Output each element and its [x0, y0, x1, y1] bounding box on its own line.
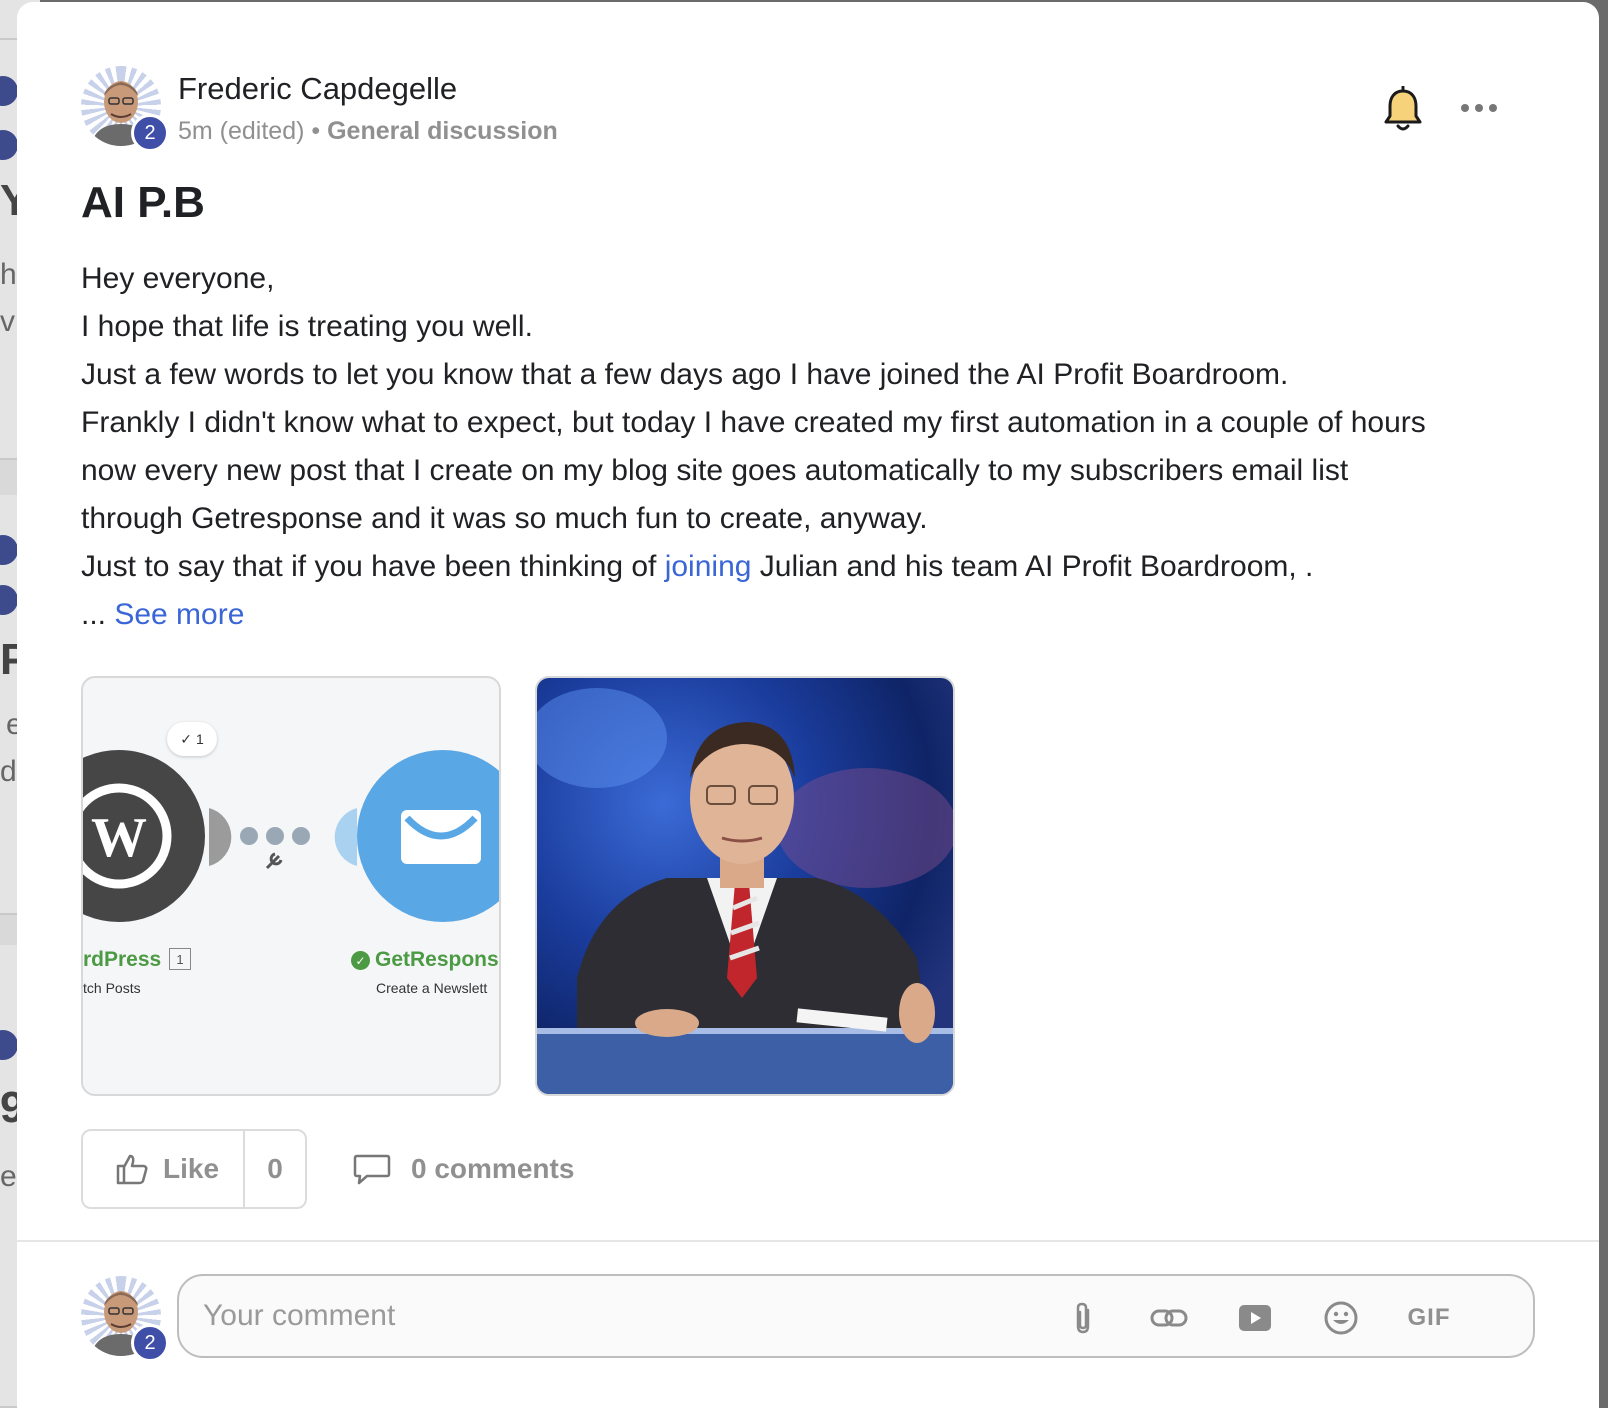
post-title: AI P.B	[81, 178, 205, 227]
body-line: through Getresponse and it was so much f…	[81, 502, 928, 535]
link-icon	[1150, 1309, 1188, 1327]
current-user-avatar[interactable]: 2	[81, 1276, 169, 1362]
body-line: now every new post that I create on my b…	[81, 454, 1349, 487]
automation-screenshot-thumbnail[interactable]: ✓ 1 W rdPress 1 tch Posts ✓ GetRespons C…	[81, 676, 501, 1096]
emoji-button[interactable]	[1321, 1298, 1361, 1338]
meta-separator: •	[304, 117, 328, 145]
level-badge: 2	[131, 114, 169, 152]
background-text: d	[0, 755, 17, 788]
post-body: Hey everyone, I hope that life is treati…	[81, 255, 1541, 639]
getresponse-action-label: Create a Newslett	[376, 980, 488, 996]
link-button[interactable]	[1149, 1298, 1189, 1338]
more-options-button[interactable]	[1457, 90, 1501, 126]
body-line: I hope that life is treating you well.	[81, 310, 533, 343]
attachments: ✓ 1 W rdPress 1 tch Posts ✓ GetRespons C…	[81, 676, 961, 1096]
comment-input[interactable]	[203, 1276, 1023, 1356]
joining-link[interactable]: joining	[665, 550, 752, 583]
wordpress-action-label: tch Posts	[83, 980, 141, 996]
body-text: Julian and his team AI Profit Boardroom,…	[751, 550, 1314, 583]
success-check-icon: ✓	[351, 951, 370, 970]
gif-thumbnail[interactable]	[535, 676, 955, 1096]
thumbs-up-icon	[116, 1154, 148, 1185]
attach-button[interactable]	[1063, 1298, 1103, 1338]
automation-flow-graphic: W	[83, 750, 499, 922]
see-more-link[interactable]: See more	[114, 598, 244, 631]
comments-count-label: 0 comments	[411, 1153, 575, 1184]
post-category[interactable]: General discussion	[327, 117, 558, 145]
author-avatar[interactable]: 2	[81, 66, 169, 152]
like-label: Like	[163, 1153, 220, 1184]
gif-button[interactable]: GIF	[1403, 1298, 1455, 1338]
wrench-icon	[265, 852, 283, 870]
svg-text:W: W	[91, 807, 147, 869]
paperclip-icon	[1076, 1302, 1090, 1334]
level-badge: 2	[131, 1324, 169, 1362]
body-line: Just a few words to let you know that a …	[81, 358, 1289, 391]
like-button[interactable]: Like	[83, 1131, 245, 1207]
divider	[17, 1240, 1599, 1242]
wordpress-module-label: rdPress	[83, 948, 162, 971]
bell-icon	[1384, 85, 1422, 131]
comments-button[interactable]: 0 comments	[353, 1129, 574, 1209]
body-text: Just to say that if you have been thinki…	[81, 550, 665, 583]
post-actions: Like 0 0 comments	[81, 1129, 781, 1209]
author-name[interactable]: Frederic Capdegelle	[178, 71, 457, 107]
comment-bubble-icon	[353, 1154, 391, 1185]
comment-composer: 2 Your comment GIF	[81, 1274, 1541, 1362]
module-count: 1	[169, 948, 191, 970]
getresponse-module-label: GetRespons	[375, 948, 499, 971]
post-meta: 5m (edited) • General discussion	[178, 117, 558, 146]
notification-bell-button[interactable]	[1381, 85, 1425, 134]
post-header: 2 Frederic Capdegelle 5m (edited) • Gene…	[81, 66, 1541, 152]
news-anchor-gif-image	[537, 678, 953, 1094]
body-line: Hey everyone,	[81, 262, 275, 295]
comment-box: GIF	[177, 1274, 1535, 1358]
post-time: 5m (edited)	[178, 117, 305, 145]
video-icon	[1239, 1305, 1271, 1331]
video-button[interactable]	[1235, 1298, 1275, 1338]
more-horizontal-icon	[1461, 104, 1497, 112]
emoji-icon	[1324, 1301, 1358, 1335]
like-group: Like 0	[81, 1129, 307, 1209]
body-line: Frankly I didn't know what to expect, bu…	[81, 406, 1426, 439]
post-modal: 2 Frederic Capdegelle 5m (edited) • Gene…	[17, 2, 1599, 1408]
like-count[interactable]: 0	[245, 1131, 305, 1207]
body-line: ... See more	[81, 591, 1541, 639]
body-line: Just to say that if you have been thinki…	[81, 543, 1541, 591]
ellipsis: ...	[81, 598, 115, 631]
